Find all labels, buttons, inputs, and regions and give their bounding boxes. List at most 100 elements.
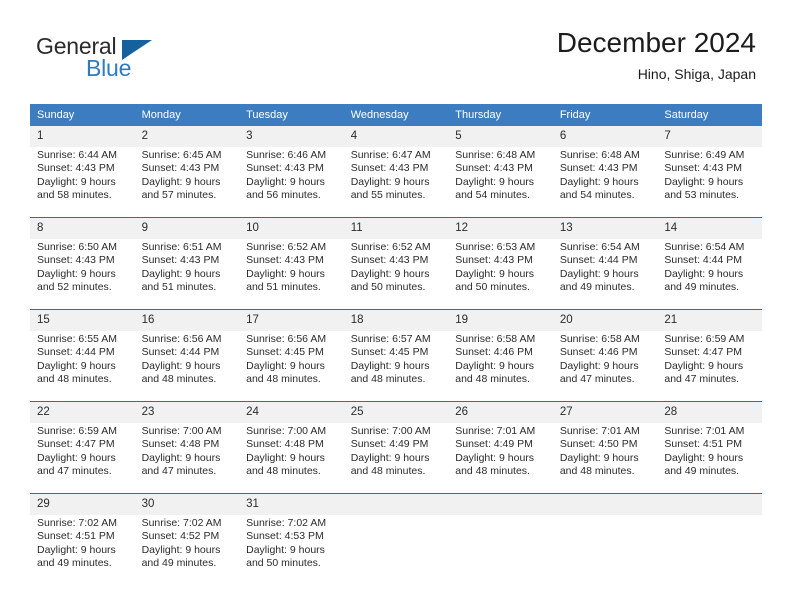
day-cell[interactable]: Sunrise: 6:45 AM Sunset: 4:43 PM Dayligh… <box>134 147 240 218</box>
day-cell[interactable]: Sunrise: 6:51 AM Sunset: 4:43 PM Dayligh… <box>134 239 240 310</box>
sunrise-text: Sunrise: 7:01 AM <box>455 425 536 437</box>
day-cell[interactable]: Sunrise: 6:56 AM Sunset: 4:45 PM Dayligh… <box>239 331 344 402</box>
day-cell[interactable]: Sunrise: 7:01 AM Sunset: 4:49 PM Dayligh… <box>448 423 553 494</box>
day-number[interactable]: 31 <box>239 493 344 515</box>
daylight-text-line2: and 48 minutes. <box>246 465 321 478</box>
day-cell[interactable]: Sunrise: 7:01 AM Sunset: 4:51 PM Dayligh… <box>657 423 762 494</box>
day-cell[interactable]: Sunrise: 6:54 AM Sunset: 4:44 PM Dayligh… <box>552 239 658 310</box>
day-cell[interactable]: Sunrise: 7:02 AM Sunset: 4:53 PM Dayligh… <box>239 515 344 585</box>
day-cell[interactable]: Sunrise: 6:53 AM Sunset: 4:43 PM Dayligh… <box>448 239 553 310</box>
sunset-text: Sunset: 4:48 PM <box>141 438 220 451</box>
day-number[interactable]: 11 <box>343 217 449 239</box>
day-number[interactable]: 8 <box>30 217 135 239</box>
day-number-empty <box>657 493 762 515</box>
daylight-text-line2: and 58 minutes. <box>37 189 112 202</box>
day-number[interactable]: 27 <box>552 401 658 423</box>
weekday-header-wednesday: Wednesday <box>343 104 449 126</box>
weekday-header-friday: Friday <box>552 104 658 126</box>
day-cell[interactable]: Sunrise: 7:00 AM Sunset: 4:48 PM Dayligh… <box>134 423 240 494</box>
day-number[interactable]: 17 <box>239 309 344 331</box>
weekday-header-monday: Monday <box>134 104 240 126</box>
day-cell-empty <box>657 515 762 585</box>
day-number[interactable]: 30 <box>134 493 240 515</box>
day-cell[interactable]: Sunrise: 7:02 AM Sunset: 4:52 PM Dayligh… <box>134 515 240 585</box>
day-number[interactable]: 10 <box>239 217 344 239</box>
day-number[interactable]: 16 <box>134 309 240 331</box>
day-cell[interactable]: Sunrise: 6:58 AM Sunset: 4:46 PM Dayligh… <box>448 331 553 402</box>
day-cell[interactable]: Sunrise: 7:00 AM Sunset: 4:48 PM Dayligh… <box>239 423 344 494</box>
day-cell[interactable]: Sunrise: 6:59 AM Sunset: 4:47 PM Dayligh… <box>657 331 762 402</box>
sunset-text: Sunset: 4:43 PM <box>664 162 743 175</box>
day-cell[interactable]: Sunrise: 6:49 AM Sunset: 4:43 PM Dayligh… <box>657 147 762 218</box>
day-number[interactable]: 19 <box>448 309 553 331</box>
day-cell[interactable]: Sunrise: 7:00 AM Sunset: 4:49 PM Dayligh… <box>343 423 449 494</box>
day-number[interactable]: 14 <box>657 217 762 239</box>
daylight-text-line1: Daylight: 9 hours <box>37 543 116 556</box>
week-row-details: Sunrise: 7:02 AM Sunset: 4:51 PM Dayligh… <box>30 515 762 585</box>
day-number[interactable]: 23 <box>134 401 240 423</box>
daylight-text-line2: and 50 minutes. <box>350 281 426 294</box>
daylight-text-line2: and 49 minutes. <box>559 281 635 294</box>
day-cell[interactable]: Sunrise: 6:59 AM Sunset: 4:47 PM Dayligh… <box>30 423 135 494</box>
day-cell[interactable]: Sunrise: 7:01 AM Sunset: 4:50 PM Dayligh… <box>552 423 658 494</box>
day-cell[interactable]: Sunrise: 6:48 AM Sunset: 4:43 PM Dayligh… <box>448 147 553 218</box>
daylight-text-line2: and 50 minutes. <box>246 557 321 570</box>
day-cell[interactable]: Sunrise: 6:58 AM Sunset: 4:46 PM Dayligh… <box>552 331 658 402</box>
daylight-text-line1: Daylight: 9 hours <box>246 267 325 280</box>
sunrise-text: Sunrise: 6:48 AM <box>559 149 640 161</box>
day-number[interactable]: 2 <box>134 126 240 147</box>
sunrise-text: Sunrise: 6:59 AM <box>37 425 117 437</box>
day-cell[interactable]: Sunrise: 6:56 AM Sunset: 4:44 PM Dayligh… <box>134 331 240 402</box>
day-cell[interactable]: Sunrise: 6:55 AM Sunset: 4:44 PM Dayligh… <box>30 331 135 402</box>
sunrise-text: Sunrise: 6:57 AM <box>350 333 431 345</box>
daylight-text-line1: Daylight: 9 hours <box>141 267 221 280</box>
day-cell[interactable]: Sunrise: 6:52 AM Sunset: 4:43 PM Dayligh… <box>239 239 344 310</box>
day-number[interactable]: 4 <box>343 126 449 147</box>
day-cell-empty <box>552 515 658 585</box>
day-number[interactable]: 22 <box>30 401 135 423</box>
sunrise-text: Sunrise: 7:02 AM <box>37 517 117 529</box>
day-cell[interactable]: Sunrise: 6:50 AM Sunset: 4:43 PM Dayligh… <box>30 239 135 310</box>
day-number[interactable]: 24 <box>239 401 344 423</box>
day-number[interactable]: 29 <box>30 493 135 515</box>
sunset-text: Sunset: 4:48 PM <box>246 438 324 451</box>
day-number[interactable]: 21 <box>657 309 762 331</box>
weekday-header-saturday: Saturday <box>657 104 762 126</box>
week-row-daynumbers: 29 30 31 <box>30 493 762 515</box>
day-cell[interactable]: Sunrise: 6:46 AM Sunset: 4:43 PM Dayligh… <box>239 147 344 218</box>
day-number[interactable]: 7 <box>657 126 762 147</box>
day-number[interactable]: 9 <box>134 217 240 239</box>
day-number[interactable]: 26 <box>448 401 553 423</box>
sunset-text: Sunset: 4:43 PM <box>559 162 638 175</box>
daylight-text-line1: Daylight: 9 hours <box>350 359 430 372</box>
day-cell[interactable]: Sunrise: 6:47 AM Sunset: 4:43 PM Dayligh… <box>343 147 449 218</box>
week-row-daynumbers: 8 9 10 11 12 13 14 <box>30 217 762 239</box>
day-number[interactable]: 12 <box>448 217 553 239</box>
daylight-text-line1: Daylight: 9 hours <box>455 175 535 188</box>
sunrise-text: Sunrise: 7:01 AM <box>559 425 640 437</box>
location-subtitle: Hino, Shiga, Japan <box>637 66 756 82</box>
day-number[interactable]: 1 <box>30 126 135 147</box>
day-cell[interactable]: Sunrise: 6:44 AM Sunset: 4:43 PM Dayligh… <box>30 147 135 218</box>
daylight-text-line1: Daylight: 9 hours <box>37 359 116 372</box>
daylight-text-line1: Daylight: 9 hours <box>664 175 744 188</box>
day-number[interactable]: 15 <box>30 309 135 331</box>
day-cell[interactable]: Sunrise: 7:02 AM Sunset: 4:51 PM Dayligh… <box>30 515 135 585</box>
day-number[interactable]: 5 <box>448 126 553 147</box>
day-cell[interactable]: Sunrise: 6:48 AM Sunset: 4:43 PM Dayligh… <box>552 147 658 218</box>
general-blue-logo[interactable]: General Blue <box>36 35 236 91</box>
daylight-text-line1: Daylight: 9 hours <box>246 543 325 556</box>
day-number[interactable]: 20 <box>552 309 658 331</box>
day-number[interactable]: 18 <box>343 309 449 331</box>
day-cell[interactable]: Sunrise: 6:57 AM Sunset: 4:45 PM Dayligh… <box>343 331 449 402</box>
day-number[interactable]: 6 <box>552 126 658 147</box>
page-title: December 2024 <box>556 27 756 58</box>
day-cell[interactable]: Sunrise: 6:52 AM Sunset: 4:43 PM Dayligh… <box>343 239 449 310</box>
daylight-text-line1: Daylight: 9 hours <box>559 451 639 464</box>
day-number[interactable]: 3 <box>239 126 344 147</box>
day-number[interactable]: 25 <box>343 401 449 423</box>
day-number[interactable]: 28 <box>657 401 762 423</box>
sunrise-text: Sunrise: 6:49 AM <box>664 149 745 161</box>
day-number[interactable]: 13 <box>552 217 658 239</box>
day-cell[interactable]: Sunrise: 6:54 AM Sunset: 4:44 PM Dayligh… <box>657 239 762 310</box>
